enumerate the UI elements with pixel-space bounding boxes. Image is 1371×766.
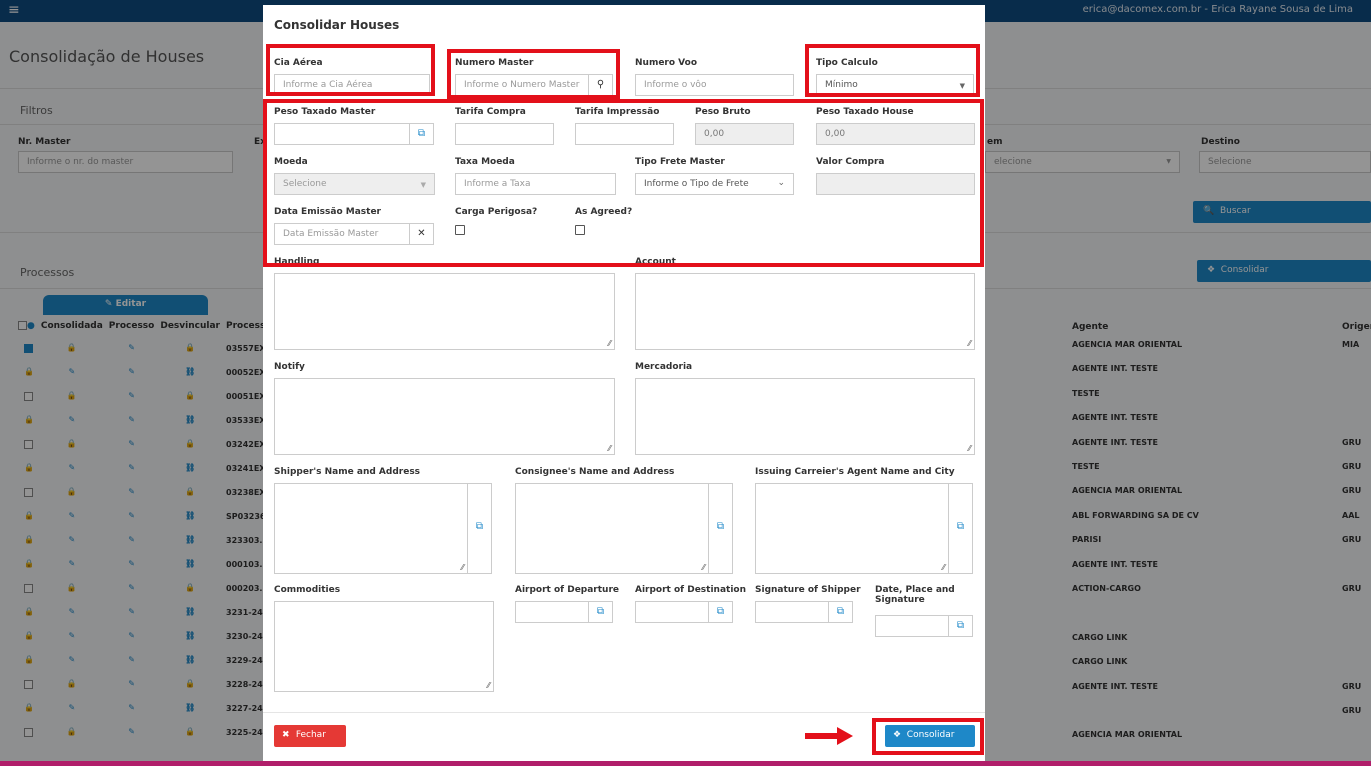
notify-label: Notify [274,362,305,372]
date-place-signature-label: Date, Place and Signature [875,585,955,605]
mercadoria-textarea[interactable]: ⁄⁄ [635,378,975,455]
consignee-textarea[interactable]: ⁄⁄ [515,483,709,574]
issuing-carrier-textarea[interactable]: ⁄⁄ [755,483,949,574]
modal-footer-divider [263,712,985,713]
resize-grip-icon[interactable]: ⁄⁄ [942,563,945,572]
account-textarea[interactable]: ⁄⁄ [635,273,975,350]
resize-grip-icon[interactable]: ⁄⁄ [968,444,971,453]
handling-textarea[interactable]: ⁄⁄ [274,273,615,350]
modal-title: Consolidar Houses [274,18,400,32]
arrow-right-icon [805,727,853,745]
numero-voo-input[interactable]: Informe o vôo [635,74,794,96]
airport-destination-label: Airport of Destination [635,585,746,595]
commodities-textarea[interactable]: ⁄⁄ [274,601,494,692]
airport-departure-label: Airport of Departure [515,585,620,595]
highlight-freight-fields [263,99,984,267]
highlight-tipo-calculo [805,44,980,97]
date-place-signature-input[interactable] [875,615,949,637]
commodities-label: Commodities [274,585,341,595]
airport-departure-input[interactable] [515,601,589,623]
highlight-consolidar-button [872,718,984,755]
copy-icon[interactable]: ⧉ [828,601,853,623]
mercadoria-label: Mercadoria [635,362,693,372]
consignee-label: Consignee's Name and Address [515,467,675,477]
bottom-accent-bar [0,761,1371,766]
resize-grip-icon[interactable]: ⁄⁄ [487,681,490,690]
copy-icon[interactable]: ⧉ [948,483,973,574]
copy-icon[interactable]: ⧉ [948,615,973,637]
resize-grip-icon[interactable]: ⁄⁄ [968,339,971,348]
issuing-carrier-label: Issuing Carreier's Agent Name and City [755,467,955,477]
fechar-label: Fechar [295,730,326,740]
copy-icon[interactable]: ⧉ [588,601,613,623]
copy-icon[interactable]: ⧉ [708,601,733,623]
resize-grip-icon[interactable]: ⁄⁄ [608,339,611,348]
fechar-button[interactable]: ✖ Fechar [274,725,346,747]
highlight-cia-aerea [266,44,435,96]
copy-icon[interactable]: ⧉ [708,483,733,574]
shipper-textarea[interactable]: ⁄⁄ [274,483,468,574]
date-place-label-line1: Date, Place and [875,585,955,595]
signature-shipper-input[interactable] [755,601,829,623]
close-icon: ✖ [282,730,296,740]
copy-icon[interactable]: ⧉ [467,483,492,574]
airport-destination-input[interactable] [635,601,709,623]
signature-shipper-label: Signature of Shipper [755,585,861,595]
resize-grip-icon[interactable]: ⁄⁄ [702,563,705,572]
date-place-label-line2: Signature [875,595,925,605]
numero-voo-label: Numero Voo [635,58,698,68]
highlight-numero-master [447,49,620,99]
resize-grip-icon[interactable]: ⁄⁄ [461,563,464,572]
notify-textarea[interactable]: ⁄⁄ [274,378,615,455]
shipper-label: Shipper's Name and Address [274,467,421,477]
resize-grip-icon[interactable]: ⁄⁄ [608,444,611,453]
